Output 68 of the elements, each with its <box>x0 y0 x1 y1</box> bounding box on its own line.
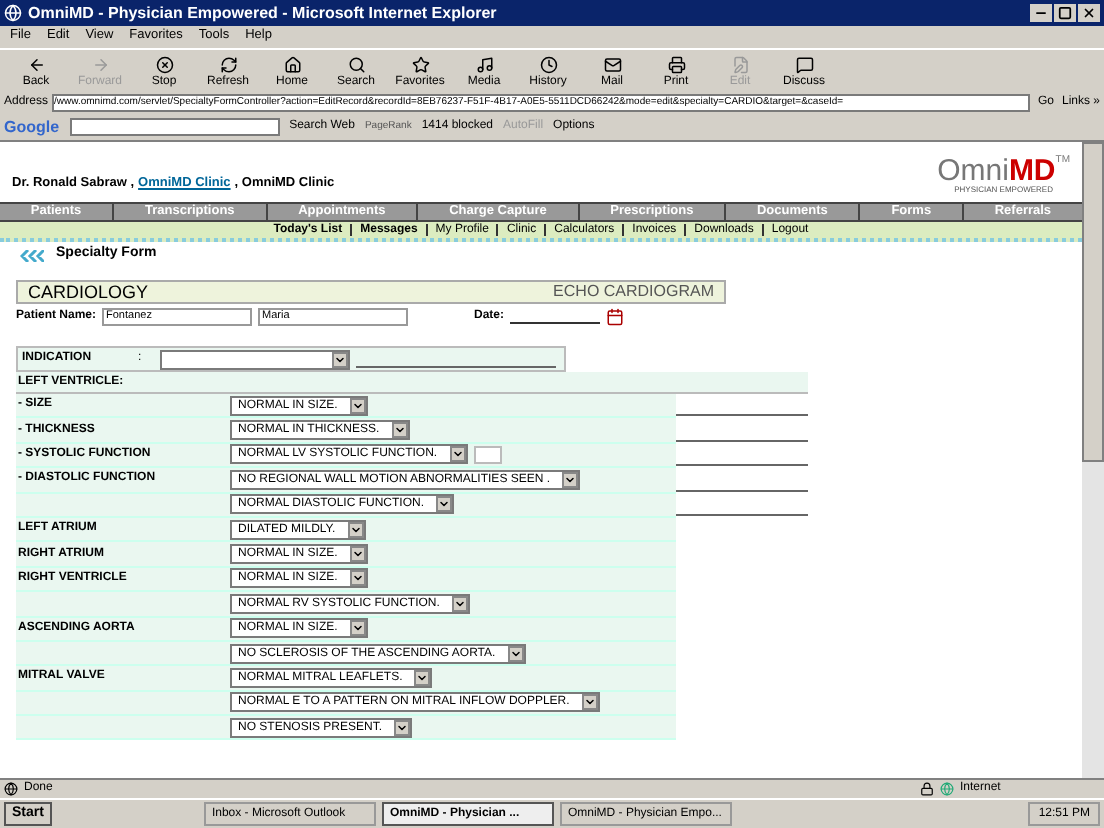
arrow-right-icon <box>91 55 109 73</box>
value-field[interactable] <box>473 445 502 464</box>
document-icon <box>731 55 749 73</box>
chat-icon <box>795 55 813 73</box>
calendar-icon <box>606 308 625 326</box>
dropdown-button[interactable] <box>436 496 453 513</box>
clock-icon <box>539 55 557 73</box>
chevron-down-icon <box>351 622 364 635</box>
dropdown-button[interactable] <box>581 694 598 711</box>
stop-icon <box>155 55 173 73</box>
maximize-button[interactable] <box>1054 4 1076 22</box>
chevron-down-icon <box>564 473 577 486</box>
scrollbar-thumb[interactable] <box>1082 142 1104 462</box>
minimize-button[interactable] <box>1030 4 1052 22</box>
chevron-down-icon <box>453 597 466 610</box>
dropdown-button[interactable] <box>349 570 366 587</box>
home-icon <box>283 55 301 73</box>
chevron-down-icon <box>451 448 464 461</box>
page-icon <box>4 782 18 796</box>
note-line[interactable] <box>676 439 808 442</box>
dropdown-button[interactable] <box>347 521 364 538</box>
close-icon <box>1082 6 1096 20</box>
close-button[interactable] <box>1078 4 1100 22</box>
globe-icon <box>940 782 954 796</box>
dropdown-button[interactable] <box>349 397 366 414</box>
dropdown-button[interactable] <box>349 620 366 637</box>
lock-icon <box>920 782 934 796</box>
search-icon <box>347 55 365 73</box>
chevron-down-icon <box>334 353 346 365</box>
chevron-down-icon <box>393 424 406 437</box>
specialty-title: CARDIOLOGY <box>28 283 149 301</box>
star-icon <box>411 55 429 73</box>
dropdown-button[interactable] <box>449 446 466 463</box>
google-logo: Google <box>4 115 60 139</box>
note-line[interactable] <box>676 513 808 516</box>
browser-icon <box>4 4 22 22</box>
arrow-left-icon <box>27 55 45 73</box>
window-title: OmniMD - Physician Empowered - Microsoft Internet Explorer <box>28 5 497 21</box>
chevron-down-icon <box>583 696 596 709</box>
printer-icon <box>667 55 685 73</box>
indication-select[interactable] <box>160 349 350 369</box>
chevron-down-icon <box>351 399 364 412</box>
mail-icon <box>603 55 621 73</box>
note-line[interactable] <box>676 464 808 467</box>
chevron-down-icon <box>438 498 451 511</box>
refresh-icon <box>219 55 237 73</box>
vertical-scrollbar[interactable] <box>1082 142 1104 778</box>
music-icon <box>475 55 493 73</box>
chevron-down-icon <box>396 721 409 734</box>
chevron-down-icon <box>416 671 429 684</box>
dropdown-button[interactable] <box>562 471 579 488</box>
logo-text: MD <box>1008 156 1056 186</box>
dropdown-button[interactable] <box>507 645 524 662</box>
dropdown-button[interactable] <box>394 719 411 736</box>
study-title: ECHO CARDIOGRAM <box>553 284 714 300</box>
dropdown-button[interactable] <box>451 595 468 612</box>
dropdown-button[interactable] <box>349 546 366 563</box>
minimize-icon <box>1034 6 1048 20</box>
chevron-down-icon <box>509 647 522 660</box>
dropdown-button[interactable] <box>414 669 431 686</box>
dropdown-button[interactable] <box>332 351 348 367</box>
note-line[interactable] <box>676 489 808 492</box>
maximize-icon <box>1058 6 1072 20</box>
note-line[interactable] <box>676 414 808 417</box>
logo-text: Omni <box>937 156 1009 186</box>
dropdown-button[interactable] <box>391 422 408 439</box>
double-chevron-left-icon <box>20 249 44 261</box>
google-search-field[interactable] <box>69 118 280 136</box>
